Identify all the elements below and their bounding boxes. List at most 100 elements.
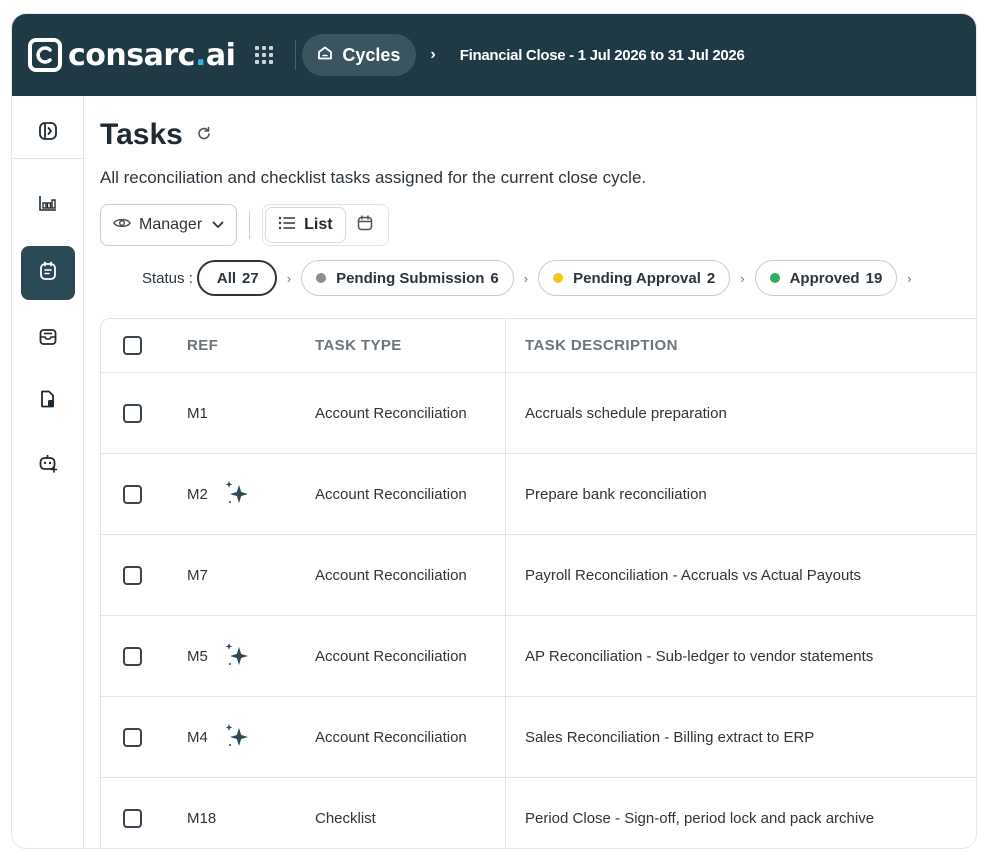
breadcrumb-cycles-label: Cycles: [342, 44, 401, 65]
status-pill-count: 27: [242, 269, 259, 287]
task-ref: M18: [187, 809, 217, 827]
table-row[interactable]: M2 Account Reconciliation Prepare bank r…: [101, 454, 976, 535]
column-divider: [505, 616, 506, 696]
sidebar: [12, 96, 84, 848]
column-header-task-description[interactable]: TASK DESCRIPTION: [525, 319, 678, 372]
row-checkbox[interactable]: [123, 565, 142, 585]
ai-sparkle-icon: [222, 722, 252, 752]
task-ref: M2: [187, 454, 252, 534]
task-type: Account Reconciliation: [315, 404, 467, 422]
task-description: Sales Reconciliation - Billing extract t…: [525, 728, 815, 746]
status-pill-approved[interactable]: Approved 19: [754, 260, 898, 296]
list-view-button[interactable]: List: [266, 208, 345, 242]
status-dot-icon: [316, 273, 327, 283]
ai-sparkle-icon: [222, 641, 252, 671]
select-all-checkbox[interactable]: [123, 336, 142, 355]
table-row[interactable]: M4 Account Reconciliation Sales Reconcil…: [101, 697, 976, 778]
logo[interactable]: consarc.ai: [28, 14, 236, 96]
chevron-right-icon: ›: [907, 270, 912, 286]
task-ref: M5: [187, 616, 252, 696]
table-row[interactable]: M1 Account Reconciliation Accruals sched…: [101, 373, 976, 454]
toolbar-divider: [249, 211, 251, 239]
sidebar-toggle-icon: [37, 120, 59, 147]
title-row: Tasks: [100, 118, 211, 152]
home-icon: [316, 44, 334, 67]
list-icon: [278, 216, 296, 235]
table-row[interactable]: M18 Checklist Period Close - Sign-off, p…: [101, 778, 976, 848]
task-description: AP Reconciliation - Sub-ledger to vendor…: [525, 647, 874, 665]
task-description: Period Close - Sign-off, period lock and…: [525, 809, 875, 827]
refresh-icon[interactable]: [197, 126, 211, 145]
task-type: Account Reconciliation: [315, 485, 467, 503]
task-ref: M7: [187, 566, 208, 584]
status-filter: Status : All 27 › Pending Submission 6 ›…: [142, 260, 922, 296]
status-pill-all[interactable]: All 27: [196, 260, 277, 296]
sidebar-item-documents[interactable]: [21, 374, 75, 428]
sidebar-toggle-button[interactable]: [21, 106, 75, 160]
column-header-task-type[interactable]: TASK TYPE: [315, 319, 402, 372]
chevron-right-icon: ›: [430, 46, 436, 63]
page-subtitle: All reconciliation and checklist tasks a…: [100, 168, 647, 187]
document-icon: [37, 388, 59, 415]
task-type: Account Reconciliation: [315, 566, 467, 584]
status-pill-label: Pending Approval: [573, 269, 701, 287]
status-pill-pending-approval[interactable]: Pending Approval 2: [538, 260, 731, 296]
task-ref: M1: [187, 404, 208, 422]
table-header-row: REF TASK TYPE TASK DESCRIPTION: [101, 319, 976, 373]
page-title: Tasks: [100, 118, 183, 151]
breadcrumb-current: Financial Close - 1 Jul 2026 to 31 Jul 2…: [459, 46, 745, 64]
apps-grid-icon[interactable]: [253, 44, 275, 66]
task-type: Account Reconciliation: [315, 647, 467, 665]
column-divider: [505, 373, 506, 453]
logo-mark-icon: [28, 38, 62, 72]
sidebar-item-tasks[interactable]: [21, 246, 75, 300]
status-pill-label: All: [216, 269, 237, 287]
status-filter-label: Status :: [142, 269, 193, 287]
role-select-button[interactable]: Manager: [100, 204, 238, 246]
list-view-label: List: [304, 216, 333, 233]
table-row[interactable]: M7 Account Reconciliation Payroll Reconc…: [101, 535, 976, 616]
column-divider: [505, 454, 506, 534]
column-divider: [505, 319, 506, 372]
status-pill-count: 6: [490, 269, 499, 287]
column-header-ref[interactable]: REF: [187, 319, 218, 372]
row-checkbox[interactable]: [123, 403, 142, 423]
status-pill-pending-submission[interactable]: Pending Submission 6: [301, 260, 514, 296]
status-pill-count: 19: [865, 269, 883, 287]
chevron-right-icon: ›: [740, 270, 745, 286]
task-type: Checklist: [315, 809, 376, 827]
top-bar: consarc.ai Cycles › Financial Close - 1 …: [12, 14, 976, 96]
view-toggle: List: [262, 204, 389, 246]
task-type: Account Reconciliation: [315, 728, 467, 746]
column-divider: [505, 778, 506, 848]
chevron-right-icon: ›: [286, 270, 292, 286]
breadcrumb-cycles-button[interactable]: Cycles: [302, 34, 417, 76]
sidebar-item-dashboard[interactable]: [21, 178, 75, 232]
row-checkbox[interactable]: [123, 727, 142, 747]
role-select-label: Manager: [139, 216, 203, 233]
task-list-icon: [37, 260, 59, 287]
sidebar-divider: [12, 158, 84, 159]
bar-chart-icon: [37, 192, 59, 219]
row-checkbox[interactable]: [123, 484, 142, 504]
task-description: Accruals schedule preparation: [525, 404, 727, 422]
task-ref: M4: [187, 697, 252, 777]
sidebar-item-assistant[interactable]: [21, 438, 75, 492]
sidebar-item-inbox[interactable]: [21, 312, 75, 366]
row-checkbox[interactable]: [123, 808, 142, 828]
toolbar: Manager List: [100, 204, 389, 246]
select-all-cell: [123, 319, 143, 372]
inbox-icon: [37, 326, 59, 353]
row-checkbox[interactable]: [123, 646, 142, 666]
table-row[interactable]: M5 Account Reconciliation AP Reconciliat…: [101, 616, 976, 697]
calendar-view-button[interactable]: [345, 208, 385, 242]
app-window: consarc.ai Cycles › Financial Close - 1 …: [12, 14, 976, 848]
column-divider: [505, 697, 506, 777]
status-dot-icon: [553, 273, 564, 283]
bot-icon: [37, 452, 59, 479]
column-divider: [505, 535, 506, 615]
divider: [295, 40, 297, 70]
task-description: Payroll Reconciliation - Accruals vs Act…: [525, 566, 861, 584]
logo-text: consarc.ai: [68, 37, 236, 73]
status-dot-icon: [769, 273, 780, 283]
